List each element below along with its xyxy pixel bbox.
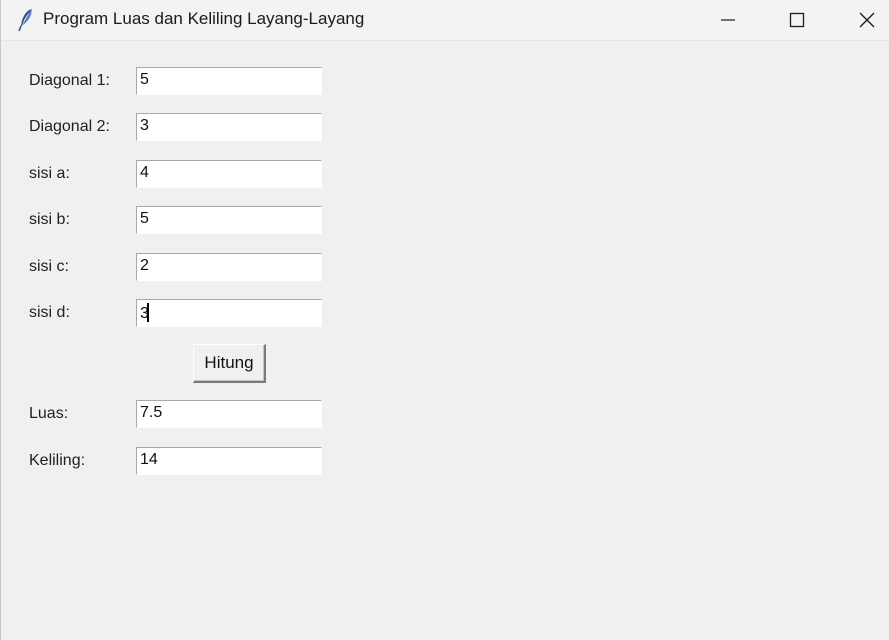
sisi-c-input[interactable]: 2	[136, 253, 322, 281]
diagonal1-input[interactable]: 5	[136, 67, 322, 95]
feather-icon	[16, 8, 36, 32]
close-icon	[859, 12, 875, 28]
text-cursor	[146, 303, 149, 322]
window-title: Program Luas dan Keliling Layang-Layang	[43, 9, 365, 28]
minimize-button[interactable]	[705, 0, 751, 40]
app-window: Program Luas dan Keliling Layang-Layang …	[0, 0, 889, 640]
sisi-d-input[interactable]: 3	[136, 299, 322, 327]
keliling-label: Keliling:	[29, 452, 86, 469]
maximize-button[interactable]	[774, 0, 820, 40]
diagonal2-label: Diagonal 2:	[29, 118, 110, 135]
sisi-b-input[interactable]: 5	[136, 206, 322, 234]
sisi-d-label: sisi d:	[29, 304, 70, 321]
hitung-button[interactable]: Hitung	[193, 344, 266, 383]
diagonal1-label: Diagonal 1:	[29, 72, 110, 89]
title-bar[interactable]: Program Luas dan Keliling Layang-Layang	[1, 0, 889, 41]
diagonal2-input[interactable]: 3	[136, 113, 322, 141]
luas-output[interactable]: 7.5	[136, 400, 322, 428]
keliling-output[interactable]: 14	[136, 447, 322, 475]
maximize-icon	[789, 12, 805, 28]
minimize-icon	[721, 19, 735, 21]
sisi-b-label: sisi b:	[29, 211, 70, 228]
luas-label: Luas:	[29, 405, 69, 422]
sisi-a-label: sisi a:	[29, 165, 70, 182]
sisi-c-label: sisi c:	[29, 258, 69, 275]
sisi-a-input[interactable]: 4	[136, 160, 322, 188]
close-button[interactable]	[844, 0, 889, 40]
